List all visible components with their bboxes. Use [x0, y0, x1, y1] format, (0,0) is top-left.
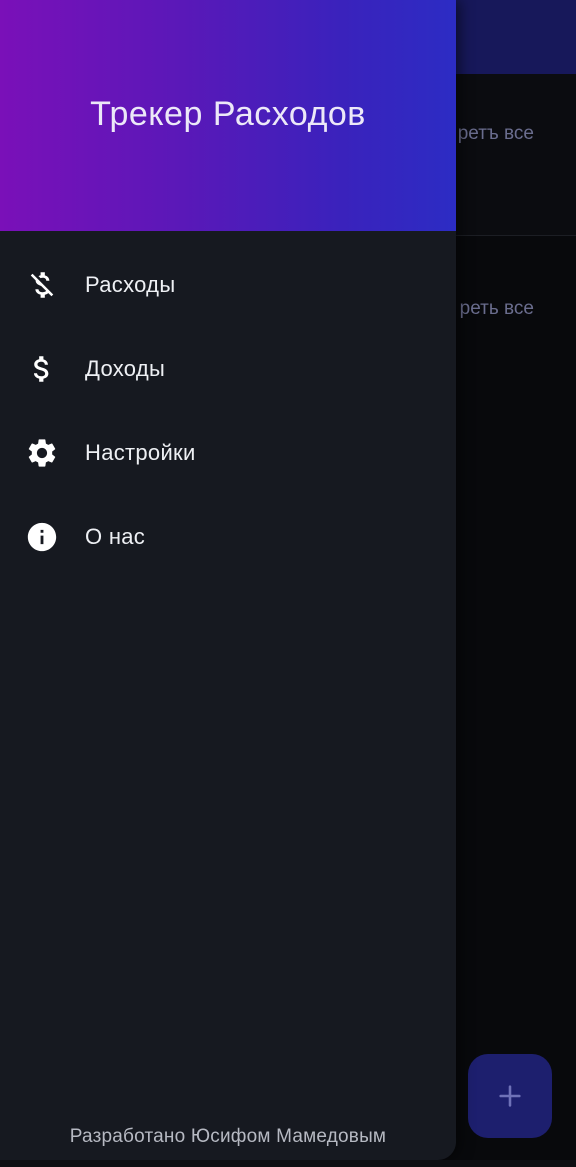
- screen: ретъ все реть все Трекер Расходов Расход…: [0, 0, 576, 1167]
- plus-icon: [499, 1085, 521, 1107]
- menu-label-incomes: Доходы: [85, 356, 166, 381]
- developer-credit: Разработано Юсифом Мамедовым: [69, 1126, 387, 1147]
- system-nav-strip: [0, 1160, 576, 1167]
- menu-label-settings: Настройки: [85, 440, 196, 465]
- drawer-title: Трекер Расходов: [90, 95, 366, 133]
- add-button[interactable]: [468, 1054, 552, 1138]
- menu-item-about[interactable]: О нас: [0, 495, 456, 579]
- navigation-drawer: Трекер Расходов Расходы Доходы Настройки…: [0, 0, 456, 1160]
- menu-label-about: О нас: [85, 524, 146, 549]
- drawer-menu: Расходы Доходы Настройки О нас: [0, 243, 456, 579]
- drawer-header: Трекер Расходов: [0, 0, 456, 231]
- see-all-incomes-link[interactable]: реть все: [460, 298, 534, 320]
- menu-item-settings[interactable]: Настройки: [0, 411, 456, 495]
- info-icon: [24, 519, 60, 555]
- menu-item-expenses[interactable]: Расходы: [0, 243, 456, 327]
- see-all-expenses-link[interactable]: ретъ все: [458, 123, 534, 145]
- menu-item-incomes[interactable]: Доходы: [0, 327, 456, 411]
- gear-icon: [24, 435, 60, 471]
- money-off-icon: [24, 267, 60, 303]
- menu-label-expenses: Расходы: [85, 272, 176, 297]
- dollar-icon: [24, 351, 60, 387]
